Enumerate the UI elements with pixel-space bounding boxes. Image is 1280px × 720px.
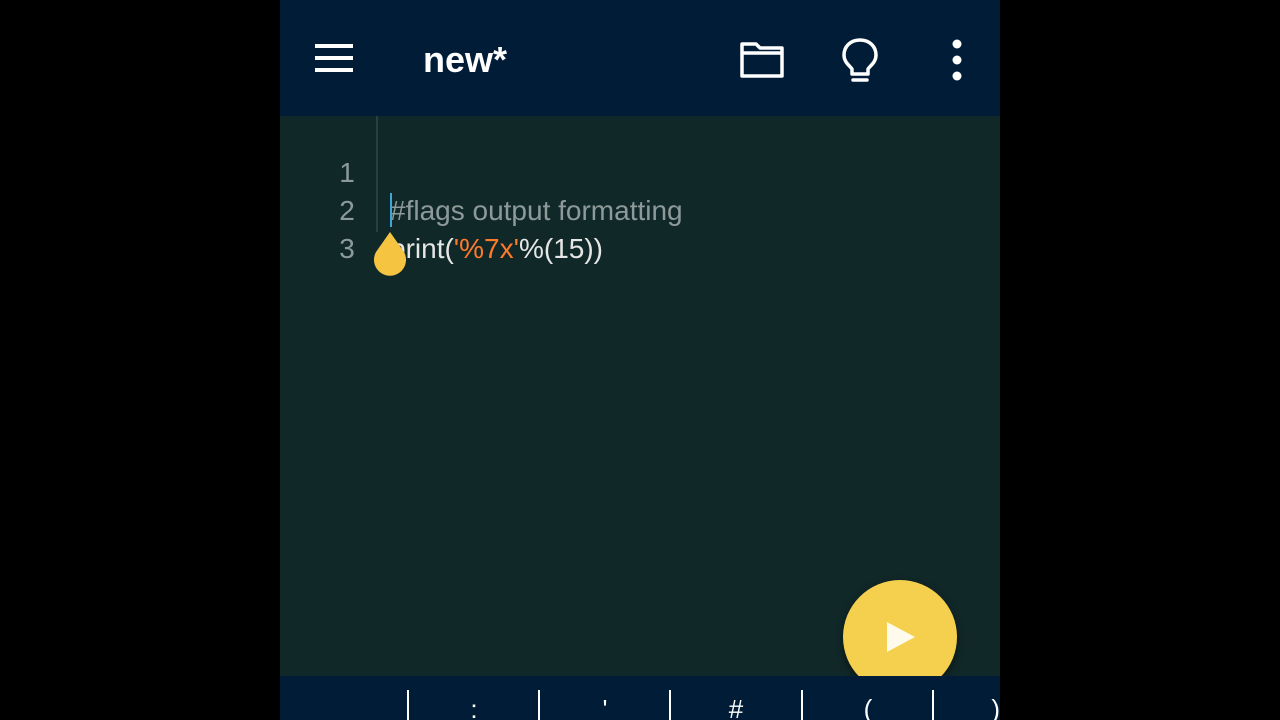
line-number: 1 [339, 157, 355, 188]
symbol-key-hash[interactable]: # [671, 676, 801, 720]
symbol-key-colon[interactable]: : [409, 676, 539, 720]
line-number: 2 [339, 195, 355, 226]
code-line[interactable]: 1 #flags output formatting [280, 116, 682, 226]
lightbulb-icon [842, 38, 878, 82]
gutter-divider [376, 116, 378, 232]
code-text[interactable]: print('%7x'%(15)) [390, 230, 603, 268]
more-options-button[interactable] [931, 34, 983, 86]
symbol-key-bar: : ' # ( ) [280, 676, 1000, 720]
symbol-key-close-paren[interactable]: ) [934, 676, 1000, 720]
text-cursor [390, 193, 392, 227]
teardrop-handle-icon [374, 232, 406, 276]
symbol-key[interactable] [280, 676, 407, 720]
play-icon [887, 622, 915, 652]
menu-icon [315, 44, 353, 72]
file-title: new* [423, 39, 508, 80]
code-line[interactable]: 3 [280, 192, 355, 264]
menu-button[interactable] [310, 36, 358, 80]
cursor-handle[interactable] [370, 230, 410, 278]
open-folder-button[interactable] [736, 34, 788, 86]
app-window: new* 1 #flags output formatting 2 print(… [280, 0, 1000, 720]
folder-icon [740, 42, 784, 78]
code-text[interactable]: #flags output formatting [390, 192, 683, 230]
symbol-key-quote[interactable]: ' [540, 676, 670, 720]
string-token: '%7x' [453, 233, 519, 264]
app-bar: new* [280, 0, 1000, 116]
line-number: 3 [339, 233, 355, 264]
more-vert-icon [952, 39, 962, 81]
symbol-key-open-paren[interactable]: ( [803, 676, 933, 720]
code-line[interactable]: 2 print('%7x'%(15)) [280, 154, 603, 264]
tips-button[interactable] [834, 34, 886, 86]
code-token: %(15)) [518, 233, 603, 264]
